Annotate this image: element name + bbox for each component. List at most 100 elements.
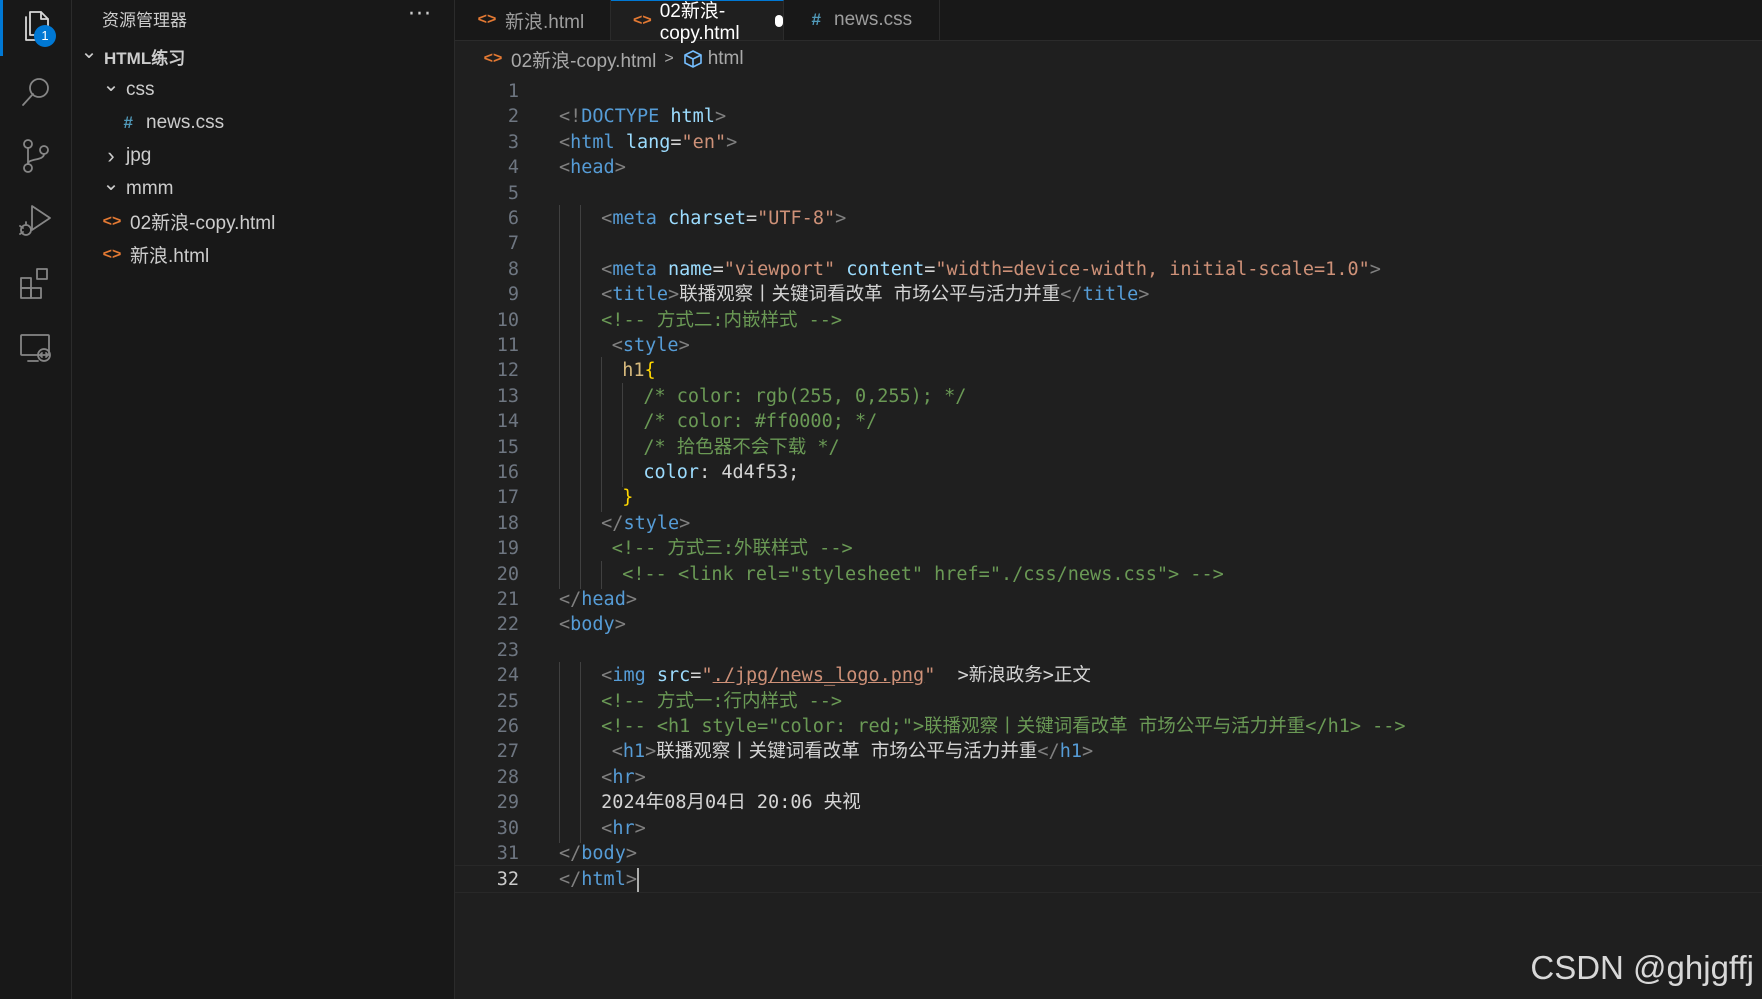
line-number: 13 [496, 385, 519, 407]
code-line[interactable]: 27 <h1>联播观察丨关键词看改革 市场公平与活力并重</h1> [455, 738, 1762, 767]
tree-item[interactable]: <> 新浪.html [72, 238, 454, 271]
code-line[interactable]: 17} [455, 484, 1762, 513]
indent-guide [559, 357, 560, 386]
code-editor[interactable]: 1 2 <!DOCTYPE html> 3 <html lang="en"> 4 <head… [455, 78, 1762, 999]
tree-item[interactable]: › jpg [72, 139, 454, 172]
code-line[interactable]: 7 [455, 230, 1762, 259]
editor-tab[interactable]: <> 02新浪-copy.html [611, 0, 784, 44]
code-token: ; [788, 462, 800, 483]
line-number: 9 [507, 284, 519, 306]
line-number: 2 [507, 106, 519, 128]
code-line[interactable]: 4 <head> [455, 154, 1762, 182]
code-line[interactable]: 22 <body> [455, 611, 1762, 639]
code-line[interactable]: 29 2024年08月04日 20:06 央视 [455, 789, 1762, 818]
code-line[interactable]: 18 </style> [455, 509, 1762, 538]
indent-guide [580, 382, 582, 411]
line-number: 3 [507, 131, 519, 153]
line-number: 10 [496, 309, 519, 331]
code-content: <!DOCTYPE html> [559, 103, 726, 131]
code-line[interactable]: 12 h1{ [455, 357, 1762, 386]
files-icon[interactable]: 1 [14, 4, 58, 48]
editor-tab[interactable]: <> 新浪.html [455, 0, 611, 40]
line-number: 5 [507, 182, 519, 204]
editor-tab[interactable]: # news.css [784, 0, 940, 40]
code-line[interactable]: 6 <meta charset="UTF-8"> [455, 205, 1762, 233]
tree-item[interactable]: ⌄ HTML练习 [72, 40, 454, 73]
code-token: html [570, 131, 626, 153]
tree-item[interactable]: <> 02新浪-copy.html [72, 205, 454, 238]
code-line[interactable]: 19 <!-- 方式三:外联样式 --> [455, 535, 1762, 564]
indent-guide [601, 357, 603, 386]
code-line[interactable]: 2 <!DOCTYPE html> [455, 103, 1762, 131]
code-line[interactable]: 23 [455, 637, 1762, 665]
code-token: : [699, 462, 722, 483]
indent-guide [559, 459, 560, 487]
code-line[interactable]: 21 </head> [455, 586, 1762, 614]
tree-item[interactable]: ⌄ css [72, 73, 454, 106]
code-token: { [644, 360, 656, 382]
code-line[interactable]: 31 </body> [455, 840, 1762, 868]
code-line[interactable]: 25 <!-- 方式一:行内样式 --> [455, 687, 1762, 716]
indent-guide [580, 357, 582, 386]
code-content: <img src="./jpg/news_logo.png" >新浪政务>正文 [601, 662, 1091, 690]
remote-explorer-icon[interactable] [14, 326, 58, 370]
code-token: <!-- 方式二:内嵌样式 --> [601, 309, 843, 331]
breadcrumb-file[interactable]: 02新浪-copy.html [511, 46, 656, 73]
unsaved-dot-icon[interactable] [774, 14, 783, 27]
code-token: " [701, 665, 713, 687]
code-line[interactable]: 5 [455, 180, 1762, 208]
tree-item[interactable]: ⌄ mmm [72, 172, 454, 205]
code-line[interactable]: 3 <html lang="en"> [455, 129, 1762, 157]
indent-guide [580, 662, 582, 691]
code-token: < [559, 157, 571, 179]
code-line[interactable]: 32 </html> [455, 865, 1762, 894]
code-content: <meta charset="UTF-8"> [601, 205, 846, 233]
code-token: >新浪政务>正文 [935, 665, 1091, 687]
breadcrumb-symbol[interactable]: html [708, 48, 744, 70]
code-token: < [601, 258, 613, 280]
indent-guide [580, 255, 582, 284]
code-line[interactable]: 30 <hr> [455, 814, 1762, 843]
code-line[interactable]: 10 <!-- 方式二:内嵌样式 --> [455, 306, 1762, 335]
code-token: > [634, 766, 646, 788]
indent-guide [559, 255, 560, 284]
code-token: } [622, 487, 634, 509]
code-token: > [835, 208, 847, 229]
explorer-sidebar: 资源管理器 ··· ⌄ HTML练习 ⌄ css # news.css › jpg ⌄ mmm <>… [72, 0, 455, 999]
extensions-icon[interactable] [14, 262, 58, 306]
tab-label: news.css [834, 9, 913, 30]
code-line[interactable]: 11 <style> [455, 332, 1762, 360]
code-token: = [670, 131, 682, 153]
code-line[interactable]: 24 <img src="./jpg/news_logo.png" >新浪政务>正… [455, 662, 1762, 691]
line-number: 21 [496, 589, 519, 610]
line-number: 26 [496, 716, 519, 737]
indent-guide [580, 230, 582, 259]
search-icon[interactable] [14, 70, 58, 114]
code-token: <!-- <h1 style="color: red;">联播观察丨关键词看改革… [601, 716, 1406, 737]
code-line[interactable]: 28 <hr> [455, 763, 1762, 792]
run-debug-icon[interactable] [14, 198, 58, 242]
code-line[interactable]: 15 /* 拾色器不会下载 */ [455, 433, 1762, 462]
code-line[interactable]: 8 <meta name="viewport" content="width=de… [455, 255, 1762, 284]
tree-item[interactable]: # news.css [72, 106, 454, 139]
code-line[interactable]: 14 /* color: #ff0000; */ [455, 408, 1762, 437]
code-line[interactable]: 13 /* color: rgb(255, 0,255); */ [455, 382, 1762, 411]
code-token: > [1138, 284, 1150, 306]
indent-guide [601, 484, 603, 513]
code-line[interactable]: 9 <title>联播观察丨关键词看改革 市场公平与活力并重</title> [455, 281, 1762, 310]
code-line[interactable]: 1 [455, 78, 1762, 106]
indent-guide [559, 408, 560, 437]
indent-guide [580, 509, 582, 538]
more-actions-icon[interactable]: ··· [408, 2, 432, 27]
code-line[interactable]: 16 color: 4d4f53; [455, 459, 1762, 487]
code-line[interactable]: 20 <!-- <link rel="stylesheet" href="./cs… [455, 560, 1762, 589]
code-content: /* color: #ff0000; */ [643, 408, 877, 436]
tab-label: 新浪.html [505, 11, 585, 33]
indent-guide [559, 687, 560, 716]
code-content: <!-- <h1 style="color: red;">联播观察丨关键词看改革… [601, 713, 1405, 741]
code-token: lang [625, 131, 671, 153]
source-control-icon[interactable] [14, 134, 58, 178]
indent-guide [559, 205, 560, 233]
code-line[interactable]: 26 <!-- <h1 style="color: red;">联播观察丨关键词看… [455, 713, 1762, 741]
line-number: 27 [496, 741, 519, 763]
